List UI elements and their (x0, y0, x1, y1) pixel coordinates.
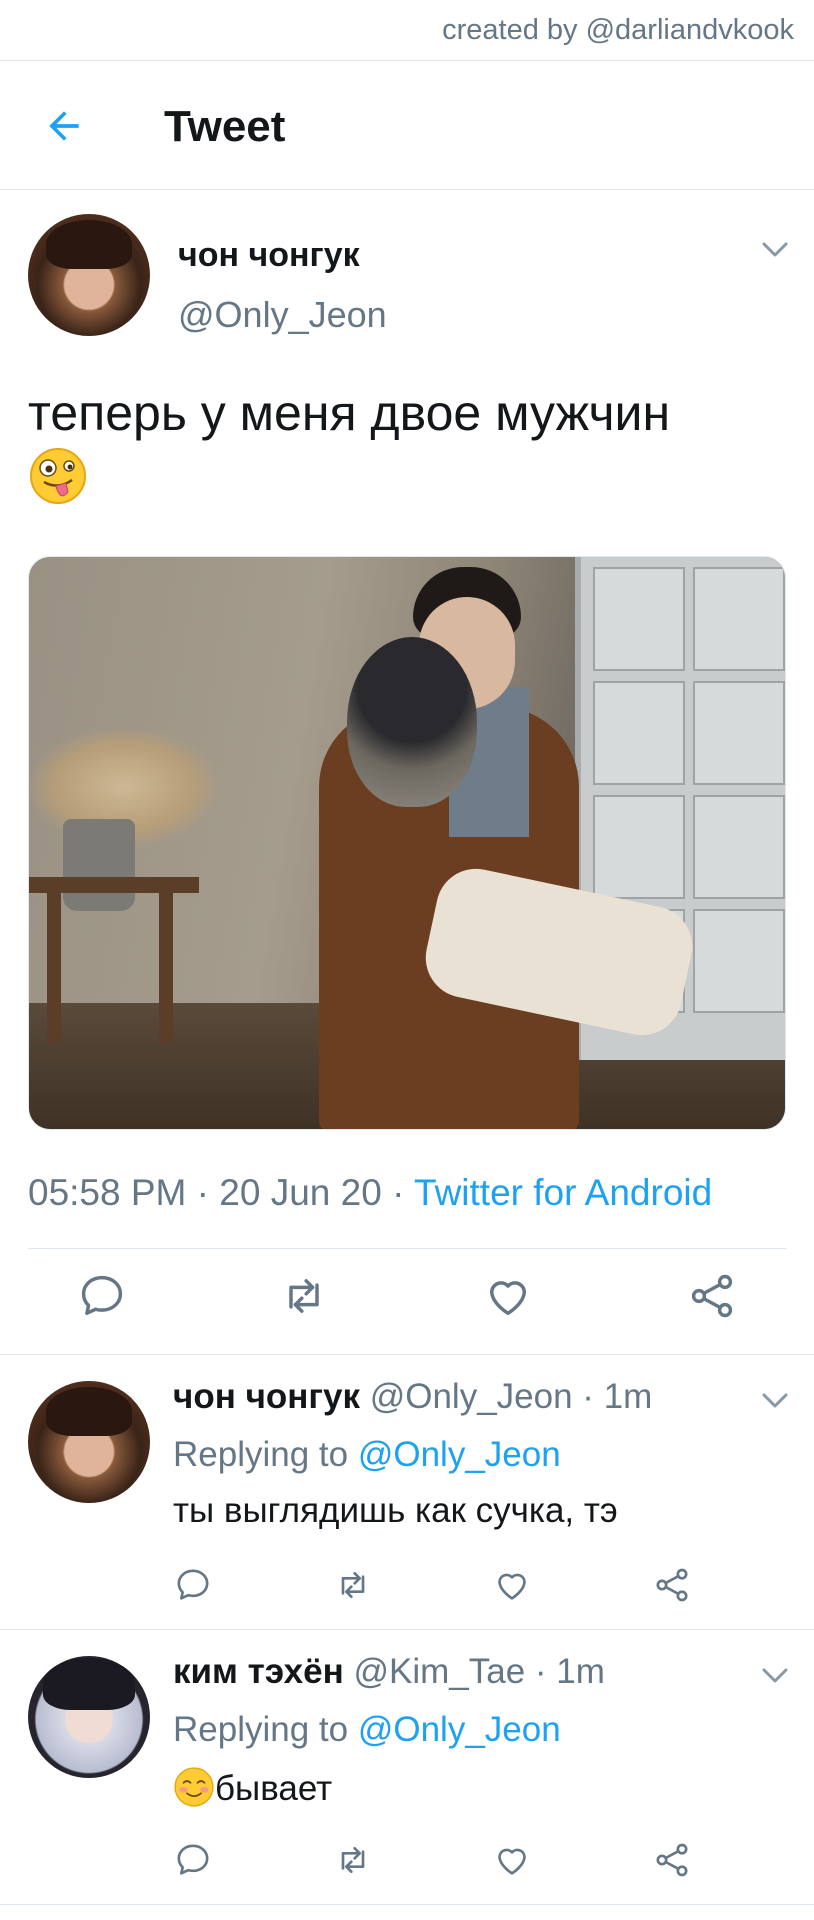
author-name[interactable]: чон чонгук (173, 1377, 360, 1416)
page-title: Tweet (164, 102, 286, 151)
avatar[interactable] (28, 1656, 150, 1778)
reply-icon[interactable] (76, 1270, 128, 1322)
reply-header: чон чонгук @Only_Jeon · 1m (173, 1377, 652, 1417)
replying-to: Replying to @Only_Jeon (173, 1435, 561, 1475)
reply-text-container: бывает (173, 1766, 332, 1809)
credit-bar: created by @darliandvkook (0, 0, 814, 61)
tweet-actions (0, 1270, 814, 1330)
avatar[interactable] (28, 214, 150, 336)
replying-prefix: Replying to (173, 1710, 358, 1749)
share-icon[interactable] (652, 1840, 692, 1880)
tweet-meta: 05:58 PM · 20 Jun 20 · Twitter for Andro… (28, 1172, 712, 1214)
replying-to: Replying to @Only_Jeon (173, 1710, 561, 1750)
like-icon[interactable] (492, 1840, 532, 1880)
author-handle[interactable]: @Only_Jeon (178, 294, 387, 336)
author-handle[interactable]: @Kim_Tae (353, 1652, 525, 1691)
replying-to-link[interactable]: @Only_Jeon (358, 1435, 561, 1474)
credit-text: created by @darliandvkook (442, 14, 794, 46)
like-icon[interactable] (482, 1270, 534, 1322)
reply-tweet[interactable]: чон чонгук @Only_Jeon · 1m Replying to @… (0, 1355, 814, 1630)
arrow-left-icon[interactable] (42, 104, 86, 148)
reply-header: ким тэхён @Kim_Tae · 1m (173, 1652, 605, 1692)
divider (28, 1248, 786, 1249)
author-handle[interactable]: @Only_Jeon (370, 1377, 573, 1416)
meta-separator: · (381, 1172, 415, 1213)
retweet-icon[interactable] (333, 1565, 373, 1605)
reply-icon[interactable] (173, 1840, 213, 1880)
tweet-source-link[interactable]: Twitter for Android (414, 1172, 712, 1213)
reply-text: бывает (215, 1769, 333, 1808)
replying-to-link[interactable]: @Only_Jeon (358, 1710, 561, 1749)
share-icon[interactable] (686, 1270, 738, 1322)
header: Tweet (0, 62, 814, 190)
reply-text: ты выглядишь как сучка, тэ (173, 1491, 618, 1530)
meta-separator: · (534, 1652, 547, 1691)
like-icon[interactable] (492, 1565, 532, 1605)
meta-separator: · (186, 1172, 220, 1213)
retweet-icon[interactable] (278, 1270, 330, 1322)
reply-age: 1m (603, 1377, 653, 1416)
chevron-down-icon[interactable] (762, 242, 788, 258)
reply-actions (0, 1840, 814, 1890)
chevron-down-icon[interactable] (762, 1668, 788, 1684)
tweet-text: теперь у меня двое мужчин (28, 385, 671, 441)
chevron-down-icon[interactable] (762, 1393, 788, 1409)
reply-tweet[interactable]: ким тэхён @Kim_Tae · 1m Replying to @Onl… (0, 1630, 814, 1905)
retweet-icon[interactable] (333, 1840, 373, 1880)
author-name[interactable]: чон чонгук (178, 236, 360, 275)
replying-prefix: Replying to (173, 1435, 358, 1474)
reply-actions (0, 1565, 814, 1615)
main-tweet: чон чонгук @Only_Jeon теперь у меня двое… (0, 190, 814, 1355)
author-name[interactable]: ким тэхён (173, 1652, 344, 1691)
share-icon[interactable] (652, 1565, 692, 1605)
smiling-face-emoji (174, 1767, 214, 1807)
reply-icon[interactable] (173, 1565, 213, 1605)
reply-age: 1m (556, 1652, 605, 1691)
meta-separator: · (582, 1377, 594, 1416)
tweet-body: теперь у меня двое мужчин (28, 380, 788, 514)
tweet-time: 05:58 PM (28, 1172, 187, 1213)
tweet-media-image[interactable] (28, 556, 786, 1130)
tweet-date: 20 Jun 20 (219, 1172, 382, 1213)
zany-face-emoji (30, 448, 86, 504)
avatar[interactable] (28, 1381, 150, 1503)
